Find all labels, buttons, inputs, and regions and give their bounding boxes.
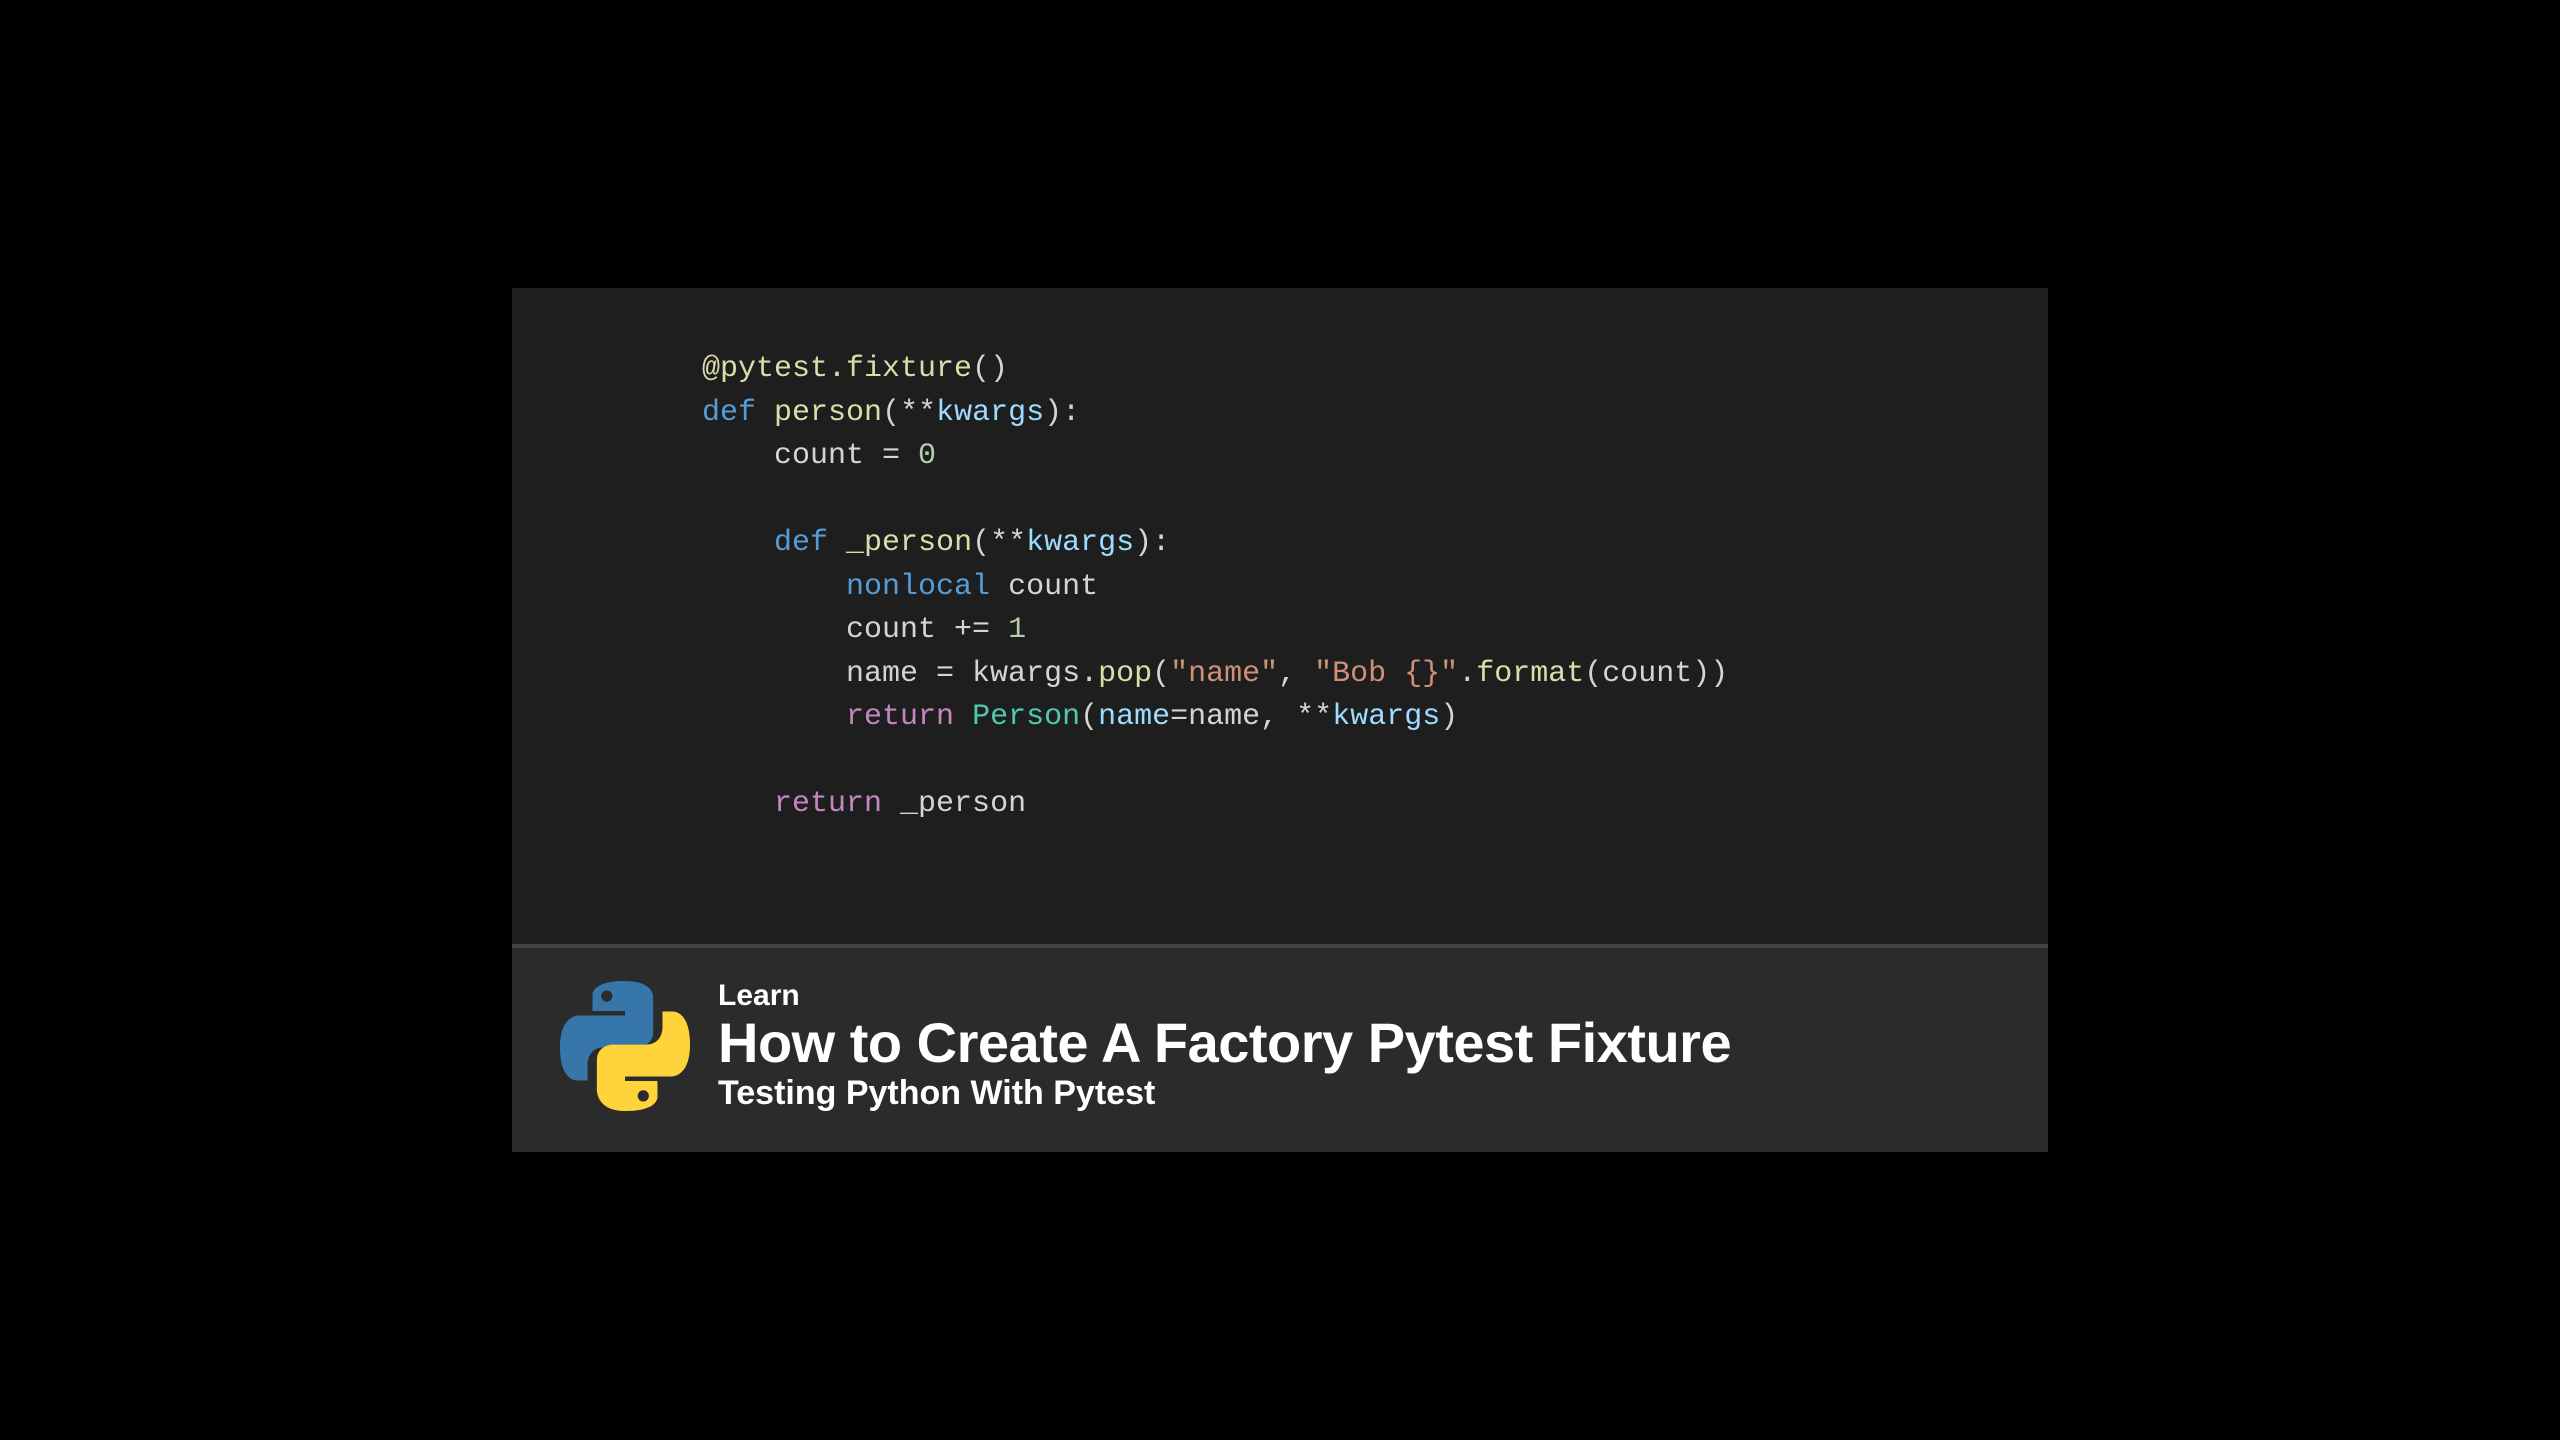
keyword-nonlocal: nonlocal xyxy=(846,570,990,604)
banner: Learn How to Create A Factory Pytest Fix… xyxy=(512,944,2048,1152)
code-block: @pytest.fixture() def person(**kwargs): … xyxy=(702,348,2048,827)
subhead: Testing Python With Pytest xyxy=(718,1076,1731,1112)
keyword-def: def xyxy=(702,396,756,430)
banner-text: Learn How to Create A Factory Pytest Fix… xyxy=(718,980,1731,1112)
func-name: person xyxy=(774,396,882,430)
keyword-def: def xyxy=(774,526,828,560)
headline: How to Create A Factory Pytest Fixture xyxy=(718,1014,1731,1073)
code-area: @pytest.fixture() def person(**kwargs): … xyxy=(512,288,2048,944)
kicker: Learn xyxy=(718,980,1731,1012)
decorator: @pytest.fixture xyxy=(702,352,972,386)
python-logo-icon xyxy=(560,981,690,1111)
inner-func-name: _person xyxy=(846,526,972,560)
keyword-return: return xyxy=(774,787,882,821)
keyword-return: return xyxy=(846,700,954,734)
slide-card: @pytest.fixture() def person(**kwargs): … xyxy=(512,288,2048,1152)
